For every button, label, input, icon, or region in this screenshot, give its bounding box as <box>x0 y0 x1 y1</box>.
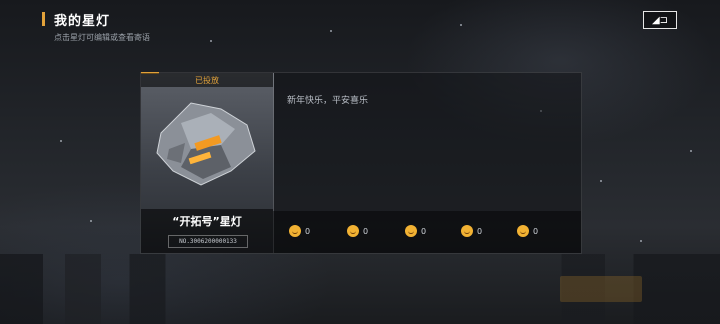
background-button-glow <box>560 276 642 302</box>
back-icon: ◢⊐ <box>651 14 669 26</box>
reaction-count: 0 <box>477 226 483 236</box>
reaction-laughing[interactable]: 0 <box>461 225 482 237</box>
reaction-thumbs-up[interactable]: 0 <box>289 225 310 237</box>
status-badge: 已投放 <box>141 73 273 87</box>
card-name: “开拓号”星灯 <box>172 215 242 228</box>
reaction-count: 0 <box>363 226 369 236</box>
star-lamp-panel: 已投放 “开拓号”星灯 NO.3006200000133 新年快乐，平安喜乐 0… <box>140 72 582 254</box>
back-button[interactable]: ◢⊐ <box>643 11 677 29</box>
party-emoji-icon <box>347 225 359 237</box>
spaceship-illustration <box>156 102 256 186</box>
reaction-dizzy[interactable]: 0 <box>405 225 426 237</box>
reaction-count: 0 <box>305 226 311 236</box>
laughing-emoji-icon <box>461 225 473 237</box>
message-text: 新年快乐，平安喜乐 <box>287 96 369 106</box>
page-title: 我的星灯 <box>54 14 111 29</box>
star-lamp-card[interactable]: 已投放 “开拓号”星灯 NO.3006200000133 <box>141 72 274 253</box>
cat-emoji-icon <box>517 225 529 237</box>
dizzy-emoji-icon <box>405 225 417 237</box>
reaction-count: 0 <box>421 226 427 236</box>
page-subtitle: 点击星灯可编辑或查看寄语 <box>54 33 150 42</box>
reaction-bar: 0 0 0 0 0 <box>273 211 581 253</box>
header-accent-bar <box>42 12 45 26</box>
card-id: NO.3006200000133 <box>168 235 248 248</box>
reaction-party[interactable]: 0 <box>347 225 368 237</box>
thumbs-up-emoji-icon <box>289 225 301 237</box>
reaction-cat[interactable]: 0 <box>517 225 538 237</box>
reaction-count: 0 <box>533 226 539 236</box>
